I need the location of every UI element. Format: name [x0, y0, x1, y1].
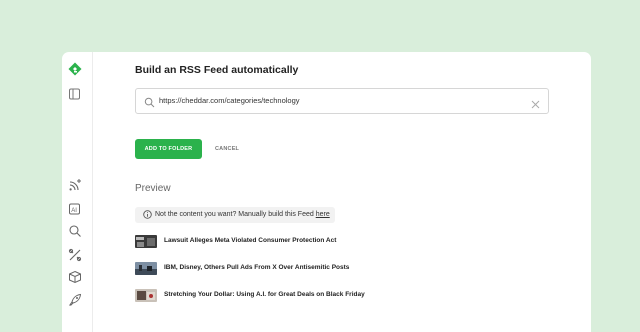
cancel-button[interactable]: CANCEL [215, 139, 239, 159]
add-to-folder-button[interactable]: ADD TO FOLDER [135, 139, 202, 159]
nav-rail: AI [62, 52, 93, 332]
notice-text: Not the content you want? Manually build… [155, 211, 316, 218]
article-headline: IBM, Disney, Others Pull Ads From X Over… [164, 264, 350, 271]
box-icon[interactable] [68, 270, 82, 284]
search-box[interactable] [135, 88, 549, 114]
search-icon [144, 95, 155, 108]
manual-build-link[interactable]: here [316, 211, 330, 218]
ai-feed-icon[interactable]: AI [68, 202, 82, 216]
rocket-icon[interactable] [68, 293, 82, 307]
article-item[interactable]: Stretching Your Dollar: Using A.I. for G… [135, 289, 535, 302]
tools-icon[interactable] [68, 248, 82, 262]
article-headline: Lawsuit Alleges Meta Violated Consumer P… [164, 237, 337, 244]
article-item[interactable]: IBM, Disney, Others Pull Ads From X Over… [135, 262, 535, 275]
article-item[interactable]: Lawsuit Alleges Meta Violated Consumer P… [135, 235, 535, 248]
article-thumbnail [135, 289, 157, 302]
feed-url-input[interactable] [159, 96, 519, 105]
svg-text:AI: AI [71, 208, 77, 214]
clear-icon[interactable] [531, 96, 540, 109]
search-icon[interactable] [68, 224, 82, 238]
info-icon [143, 210, 152, 219]
article-thumbnail [135, 262, 157, 275]
add-feed-icon[interactable] [68, 178, 82, 192]
app-window: AI Build an RSS Feed automatically ADD T… [62, 52, 591, 332]
sidebar-toggle-icon[interactable] [68, 87, 82, 101]
feedly-logo-icon[interactable] [68, 62, 82, 76]
manual-build-notice: Not the content you want? Manually build… [135, 207, 335, 223]
article-thumbnail [135, 235, 157, 248]
page-title: Build an RSS Feed automatically [135, 64, 299, 76]
article-headline: Stretching Your Dollar: Using A.I. for G… [164, 291, 365, 298]
preview-heading: Preview [135, 183, 171, 194]
